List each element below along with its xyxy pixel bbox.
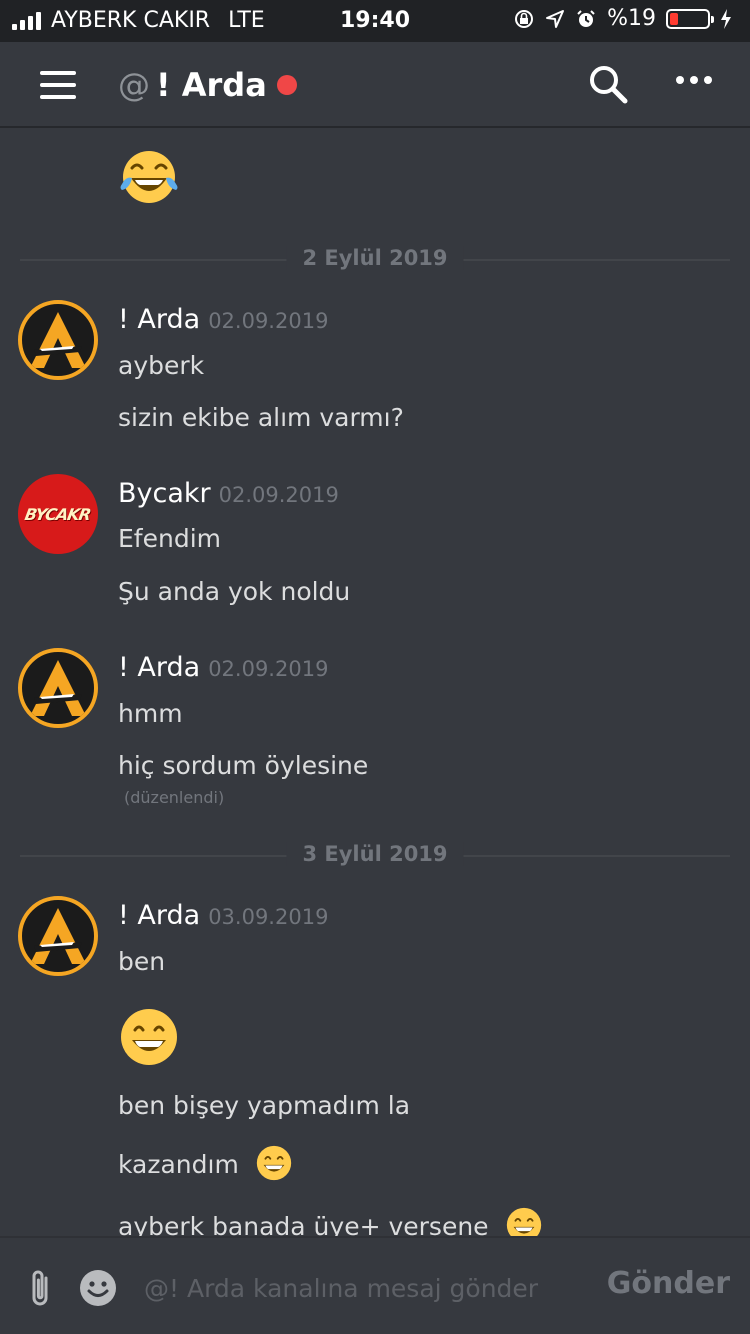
- dnd-status-indicator: [276, 75, 297, 95]
- message-text[interactable]: hiç sordum öylesine: [118, 751, 368, 780]
- tears-of-joy-emoji-icon: [120, 151, 178, 203]
- avatar-logo-text: BYCAKR: [23, 504, 93, 524]
- grinning-emoji-icon[interactable]: [118, 1006, 180, 1068]
- status-bar-right: %19: [513, 6, 732, 31]
- arda-avatar-logo-icon: [30, 312, 86, 368]
- author-name[interactable]: Bycakr: [118, 478, 211, 509]
- avatar[interactable]: BYCAKR: [18, 474, 98, 554]
- message-timestamp: 03.09.2019: [208, 905, 329, 929]
- avatar[interactable]: [18, 648, 98, 728]
- message-timestamp: 02.09.2019: [208, 309, 329, 333]
- author-name[interactable]: ! Arda: [118, 304, 200, 335]
- arda-avatar-logo-icon: [30, 908, 86, 964]
- charging-bolt-icon: [721, 8, 731, 29]
- date-divider-label: 2 Eylül 2019: [286, 246, 464, 270]
- alarm-icon: [577, 9, 595, 27]
- message-text[interactable]: kazandım: [118, 1145, 293, 1182]
- grinning-emoji-icon: [256, 1145, 291, 1181]
- message-list[interactable]: 2 Eylül 2019 ! Arda 02.09.2019 ayberk siz…: [0, 128, 750, 1236]
- channel-name: ! Arda: [156, 66, 267, 104]
- avatar[interactable]: [18, 300, 98, 380]
- attachment-icon[interactable]: [24, 1266, 56, 1310]
- message-input[interactable]: [142, 1262, 596, 1314]
- message-composer: Gönder: [0, 1236, 750, 1334]
- arda-avatar-logo-icon: [30, 660, 86, 716]
- edited-marker: (düzenlendi): [124, 788, 225, 807]
- message-author[interactable]: ! Arda 02.09.2019: [118, 304, 328, 335]
- rotation-lock-icon: [515, 9, 534, 28]
- dm-prefix: @: [118, 66, 150, 104]
- location-icon: [546, 9, 565, 28]
- search-icon[interactable]: [588, 64, 628, 104]
- channel-title: @ ! Arda: [118, 66, 297, 104]
- message-text[interactable]: ben bişey yapmadım la: [118, 1091, 410, 1120]
- author-name[interactable]: ! Arda: [118, 900, 200, 931]
- date-divider-label: 3 Eylül 2019: [286, 842, 464, 866]
- battery-level: [670, 12, 678, 25]
- send-button[interactable]: Gönder: [607, 1266, 730, 1301]
- message-text-content: kazandım: [118, 1150, 239, 1179]
- hamburger-menu-icon[interactable]: [40, 71, 76, 99]
- channel-header: @ ! Arda: [0, 42, 750, 128]
- message-text[interactable]: sizin ekibe alım varmı?: [118, 403, 404, 432]
- message-text[interactable]: hmm: [118, 699, 183, 728]
- message-text[interactable]: Şu anda yok noldu: [118, 577, 350, 606]
- status-bar: AYBERK CAKIR LTE 19:40 %19: [0, 0, 750, 42]
- date-divider: 3 Eylül 2019: [20, 842, 730, 866]
- battery-icon: [666, 8, 714, 29]
- author-name[interactable]: ! Arda: [118, 652, 200, 683]
- message-author[interactable]: Bycakr 02.09.2019: [118, 478, 339, 509]
- message-text[interactable]: ayberk: [118, 351, 204, 380]
- more-options-icon[interactable]: [676, 76, 712, 84]
- grinning-emoji-icon: [506, 1207, 541, 1236]
- message-text-content: ayberk banada üye+ versene: [118, 1212, 489, 1236]
- date-divider: 2 Eylül 2019: [20, 246, 730, 270]
- message-author[interactable]: ! Arda 03.09.2019: [118, 900, 328, 931]
- message-timestamp: 02.09.2019: [218, 483, 339, 507]
- message-text[interactable]: ayberk banada üye+ versene: [118, 1207, 543, 1236]
- message-text[interactable]: Efendim: [118, 524, 221, 553]
- avatar[interactable]: [18, 896, 98, 976]
- message-timestamp: 02.09.2019: [208, 657, 329, 681]
- battery-percentage: %19: [607, 6, 656, 31]
- emoji-picker-icon[interactable]: [78, 1268, 118, 1308]
- message-text[interactable]: ben: [118, 947, 165, 976]
- message-author[interactable]: ! Arda 02.09.2019: [118, 652, 328, 683]
